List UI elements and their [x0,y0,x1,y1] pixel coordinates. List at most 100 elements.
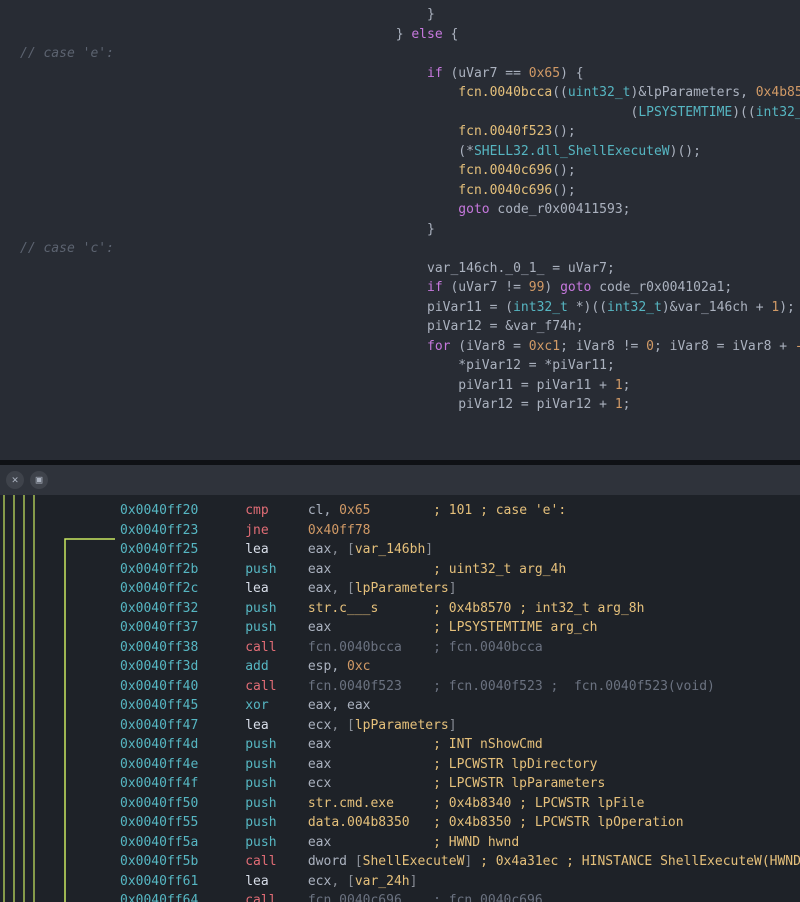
token: } [427,222,435,237]
code-line[interactable]: piVar11 = (int32_t *)((int32_t)&var_146c… [20,298,800,318]
mnemonic: push [245,601,308,616]
asm-line[interactable]: 0x0040ff37 push eax ; LPSYSTEMTIME arg_c… [120,618,800,638]
token: )&lpParameters, [631,85,756,100]
code-line[interactable]: fcn.0040c696(); [20,181,800,201]
operand: ] [449,581,457,596]
mnemonic: push [245,835,308,850]
operand: fcn.0040c696 [308,893,402,902]
address: 0x0040ff55 [120,815,245,830]
code-line[interactable]: fcn.0040c696(); [20,161,800,181]
operand: [ [355,854,363,869]
token: goto [560,280,591,295]
token: goto [458,202,489,217]
token: piVar12 = &var_f74h; [427,319,584,334]
code-line[interactable]: var_146ch._0_1_ = uVar7; [20,259,800,279]
code-line[interactable]: } [20,5,800,25]
code-line[interactable]: // case 'e': [20,44,800,64]
flow-arrows [0,495,120,902]
asm-line[interactable]: 0x0040ff45 xor eax, eax [120,696,800,716]
code-line[interactable]: goto code_r0x00411593; [20,200,800,220]
asm-line[interactable]: 0x0040ff2c lea eax, [lpParameters] [120,579,800,599]
token: ; iVar8 = iVar8 + [654,339,795,354]
asm-line[interactable]: 0x0040ff4e push eax ; LPCWSTR lpDirector… [120,755,800,775]
asm-comment: ; 0x4a31ec ; HINSTANCE ShellExecuteW(HWN… [480,854,800,869]
disassembly-pane[interactable]: 0x0040ff20 cmp cl, 0x65 ; 101 ; case 'e'… [0,495,800,902]
token: ; [623,397,631,412]
operand: eax [308,562,331,577]
disassembly-code[interactable]: 0x0040ff20 cmp cl, 0x65 ; 101 ; case 'e'… [120,495,800,902]
code-line[interactable]: fcn.0040bcca((uint32_t)&lpParameters, 0x… [20,83,800,103]
asm-line[interactable]: 0x0040ff4d push eax ; INT nShowCmd [120,735,800,755]
operand: cl [308,503,324,518]
operand: , [331,698,347,713]
code-line[interactable]: if (uVar7 == 0x65) { [20,64,800,84]
code-line[interactable]: } [20,220,800,240]
operand: 0x40ff78 [308,523,371,538]
mnemonic: lea [245,581,308,596]
asm-line[interactable]: 0x0040ff40 call fcn.0040f523 ; fcn.0040f… [120,677,800,697]
address: 0x0040ff5b [120,854,245,869]
asm-line[interactable]: 0x0040ff4f push ecx ; LPCWSTR lpParamete… [120,774,800,794]
mnemonic: push [245,620,308,635]
asm-line[interactable]: 0x0040ff3d add esp, 0xc [120,657,800,677]
token: fcn.0040bcca [458,85,552,100]
token: 0xc1 [529,339,560,354]
code-line[interactable]: } else { [20,25,800,45]
token: )(( [732,105,755,120]
code-line[interactable]: for (iVar8 = 0xc1; iVar8 != 0; iVar8 = i… [20,337,800,357]
mnemonic: push [245,737,308,752]
token: ; [623,378,631,393]
code-line[interactable]: fcn.0040f523(); [20,122,800,142]
asm-line[interactable]: 0x0040ff47 lea ecx, [lpParameters] [120,716,800,736]
mnemonic: cmp [245,503,308,518]
token: piVar12 = piVar12 + [458,397,615,412]
token: { [443,27,459,42]
asm-line[interactable]: 0x0040ff50 push str.cmd.exe ; 0x4b8340 ;… [120,794,800,814]
operand: ] [425,542,433,557]
token: (* [458,144,474,159]
asm-line[interactable]: 0x0040ff5b call dword [ShellExecuteW] ; … [120,852,800,872]
operand: ecx [308,874,331,889]
code-line[interactable]: piVar11 = piVar11 + 1; [20,376,800,396]
asm-line[interactable]: 0x0040ff38 call fcn.0040bcca ; fcn.0040b… [120,638,800,658]
operand: , [ [331,581,354,596]
asm-line[interactable]: 0x0040ff64 call fcn.0040c696 ; fcn.0040c… [120,891,800,902]
asm-comment: ; HWND hwnd [433,835,519,850]
decompiler-pane[interactable]: } } else {// case 'e': if (uVar7 == 0x65… [0,0,800,460]
asm-line[interactable]: 0x0040ff25 lea eax, [var_146bh] [120,540,800,560]
asm-comment: ; 0x4b8570 ; int32_t arg_8h [433,601,644,616]
operand: eax [308,620,331,635]
asm-line[interactable]: 0x0040ff23 jne 0x40ff78 [120,521,800,541]
mnemonic: lea [245,874,308,889]
operand: 0xc [347,659,370,674]
code-line[interactable]: *piVar12 = *piVar11; [20,356,800,376]
code-line[interactable]: if (uVar7 != 99) goto code_r0x004102a1; [20,278,800,298]
token: uint32_t [568,85,631,100]
operand: ] [410,874,418,889]
operand: fcn.0040bcca [308,640,402,655]
code-line[interactable]: piVar12 = piVar12 + 1; [20,395,800,415]
panel-icon[interactable]: ▣ [30,471,48,489]
code-line[interactable]: (*SHELL32.dll_ShellExecuteW)(); [20,142,800,162]
mnemonic: lea [245,718,308,733]
asm-line[interactable]: 0x0040ff5a push eax ; HWND hwnd [120,833,800,853]
token: )(); [670,144,701,159]
code-line[interactable]: // case 'c': [20,239,800,259]
token: ); [779,300,795,315]
decompiler-code[interactable]: } } else {// case 'e': if (uVar7 == 0x65… [20,5,800,415]
token: (); [552,183,575,198]
token: *)(( [568,300,607,315]
close-glyph: ✕ [12,472,19,489]
asm-line[interactable]: 0x0040ff55 push data.004b8350 ; 0x4b8350… [120,813,800,833]
asm-line[interactable]: 0x0040ff32 push str.c___s ; 0x4b8570 ; i… [120,599,800,619]
asm-line[interactable]: 0x0040ff61 lea ecx, [var_24h] [120,872,800,892]
panel-glyph: ▣ [36,472,43,489]
asm-comment: ; LPSYSTEMTIME arg_ch [433,620,597,635]
code-line[interactable]: piVar12 = &var_f74h; [20,317,800,337]
asm-line[interactable]: 0x0040ff2b push eax ; uint32_t arg_4h [120,560,800,580]
token: 0x4b8570 [756,85,800,100]
close-icon[interactable]: ✕ [6,471,24,489]
mnemonic: push [245,796,308,811]
code-line[interactable]: (LPSYSTEMTIME)((int32_t)&var_146ch + 1))… [20,103,800,123]
asm-line[interactable]: 0x0040ff20 cmp cl, 0x65 ; 101 ; case 'e'… [120,501,800,521]
